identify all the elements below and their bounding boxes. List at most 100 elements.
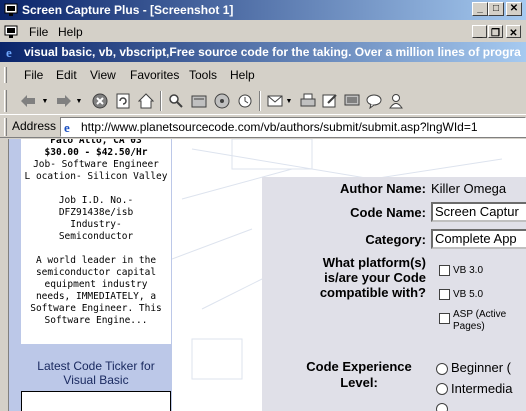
asp-checkbox[interactable]	[439, 313, 450, 324]
mail-icon	[267, 95, 283, 107]
doc-minimize-button[interactable]: _	[472, 25, 487, 39]
ad-line: equipment industry	[44, 279, 148, 290]
toolbar-grip[interactable]	[4, 90, 7, 112]
close-icon: ✕	[509, 3, 519, 14]
close-button[interactable]: ✕	[506, 2, 522, 16]
menu-help[interactable]: Help	[58, 25, 83, 39]
ad-line: L ocation- Silicon Valley	[24, 171, 168, 182]
code-name-label: Code Name:	[350, 205, 426, 220]
print-button[interactable]	[298, 91, 318, 111]
beginner-label: Beginner (	[451, 360, 511, 375]
browser-menu-bar: File Edit View Favorites Tools Help	[0, 65, 526, 85]
chat-bubble-icon	[366, 94, 382, 109]
code-name-input[interactable]: Screen Captur	[431, 202, 526, 222]
maximize-icon: □	[492, 3, 500, 14]
discuss-button[interactable]	[342, 91, 362, 111]
ad-line	[21, 183, 171, 195]
history-button[interactable]	[235, 91, 255, 111]
app-menu-bar: File Help _ ❐ ✕	[0, 22, 526, 42]
vb5-checkbox[interactable]	[439, 289, 450, 300]
media-icon	[214, 93, 230, 109]
ad-line: $30.00 - $42.50/Hr	[44, 147, 148, 158]
window-left-edge	[0, 139, 9, 411]
ad-line: semiconductor capital	[35, 267, 157, 278]
menu-grip[interactable]	[4, 67, 7, 83]
ad-line: Palo Alto, CA 03	[50, 139, 142, 146]
edit-button[interactable]	[320, 91, 340, 111]
favorites-icon	[191, 95, 207, 108]
forward-arrow-icon	[57, 95, 71, 107]
favorites-button[interactable]	[189, 91, 209, 111]
restore-icon: ❐	[491, 28, 500, 39]
history-icon	[238, 94, 252, 108]
document-icon	[4, 25, 18, 38]
home-button[interactable]	[136, 91, 156, 111]
toolbar-separator	[259, 91, 261, 111]
asp-label: ASP (Active Pages)	[453, 309, 507, 332]
minimize-icon: _	[476, 28, 483, 39]
ad-line: Software Engineer. This	[30, 303, 162, 314]
doc-restore-button[interactable]: ❐	[488, 25, 503, 39]
stop-button[interactable]	[90, 91, 110, 111]
dropdown-arrow-icon: ▼	[75, 97, 83, 105]
browser-menu-tools[interactable]: Tools	[189, 68, 217, 82]
person-icon	[389, 94, 403, 109]
forward-dropdown[interactable]: ▼	[74, 91, 84, 111]
job-ad[interactable]: Palo Alto, CA 03 $30.00 - $42.50/Hr Job-…	[21, 139, 171, 344]
back-button[interactable]	[18, 91, 38, 111]
intermediate-radio[interactable]	[436, 383, 448, 395]
search-button[interactable]	[166, 91, 186, 111]
intermediate-label: Intermedia	[451, 381, 513, 396]
doc-close-button[interactable]: ✕	[506, 25, 521, 39]
mail-dropdown[interactable]: ▼	[284, 91, 294, 111]
browser-menu-file[interactable]: File	[24, 68, 43, 82]
svg-text:e: e	[64, 120, 70, 134]
app-title-bar: Screen Capture Plus - [Screenshot 1] _ □…	[0, 0, 526, 20]
back-arrow-icon	[21, 95, 35, 107]
main-area: Author Name: Killer Omega Code Name: Scr…	[172, 139, 526, 411]
browser-menu-favorites[interactable]: Favorites	[130, 68, 179, 82]
maximize-button[interactable]: □	[488, 2, 504, 16]
ad-line: A world leader in the	[35, 255, 157, 266]
ad-line: needs, IMMEDIATELY, a	[35, 291, 157, 302]
platform-label: What platform(s) is/are your Code compat…	[319, 255, 426, 300]
dropdown-arrow-icon: ▼	[41, 97, 49, 105]
address-grip[interactable]	[4, 118, 7, 136]
browser-menu-help[interactable]: Help	[230, 68, 255, 82]
page-content: Palo Alto, CA 03 $30.00 - $42.50/Hr Job-…	[0, 139, 526, 411]
contacts-button[interactable]	[386, 91, 406, 111]
browser-menu-edit[interactable]: Edit	[56, 68, 77, 82]
address-bar: Address e http://www.planetsourcecode.co…	[0, 114, 526, 138]
toolbar-separator	[160, 91, 162, 111]
forward-button[interactable]	[54, 91, 74, 111]
refresh-button[interactable]	[113, 91, 133, 111]
browser-menu-view[interactable]: View	[90, 68, 116, 82]
vb3-checkbox[interactable]	[439, 265, 450, 276]
minimize-button[interactable]: _	[472, 2, 488, 16]
beginner-radio[interactable]	[436, 363, 448, 375]
discuss-icon	[344, 94, 360, 106]
ad-line: Semiconductor	[58, 231, 134, 242]
author-name-value: Killer Omega	[431, 181, 507, 196]
sidebar: Palo Alto, CA 03 $30.00 - $42.50/Hr Job-…	[9, 139, 172, 411]
menu-file[interactable]: File	[29, 25, 48, 39]
back-dropdown[interactable]: ▼	[40, 91, 50, 111]
ad-line: Job I.D. No.-	[58, 195, 134, 206]
search-icon	[169, 94, 183, 108]
browser-title: visual basic, vb, vbscript,Free source c…	[24, 45, 521, 59]
dropdown-arrow-icon: ▼	[285, 97, 293, 105]
messenger-button[interactable]	[364, 91, 384, 111]
category-select[interactable]: Complete App	[431, 229, 526, 249]
advanced-radio[interactable]	[436, 403, 448, 411]
address-input[interactable]: e http://www.planetsourcecode.com/vb/aut…	[60, 117, 526, 137]
submit-form: Author Name: Killer Omega Code Name: Scr…	[262, 177, 526, 411]
print-icon	[300, 93, 316, 107]
ticker-box[interactable]	[21, 391, 171, 411]
app-title: Screen Capture Plus - [Screenshot 1]	[22, 3, 234, 17]
ad-line: Job- Software Engineer	[33, 159, 159, 170]
author-name-label: Author Name:	[340, 181, 426, 196]
mail-button[interactable]	[265, 91, 285, 111]
address-label: Address	[12, 119, 57, 133]
close-icon: ✕	[509, 28, 518, 39]
media-button[interactable]	[212, 91, 232, 111]
